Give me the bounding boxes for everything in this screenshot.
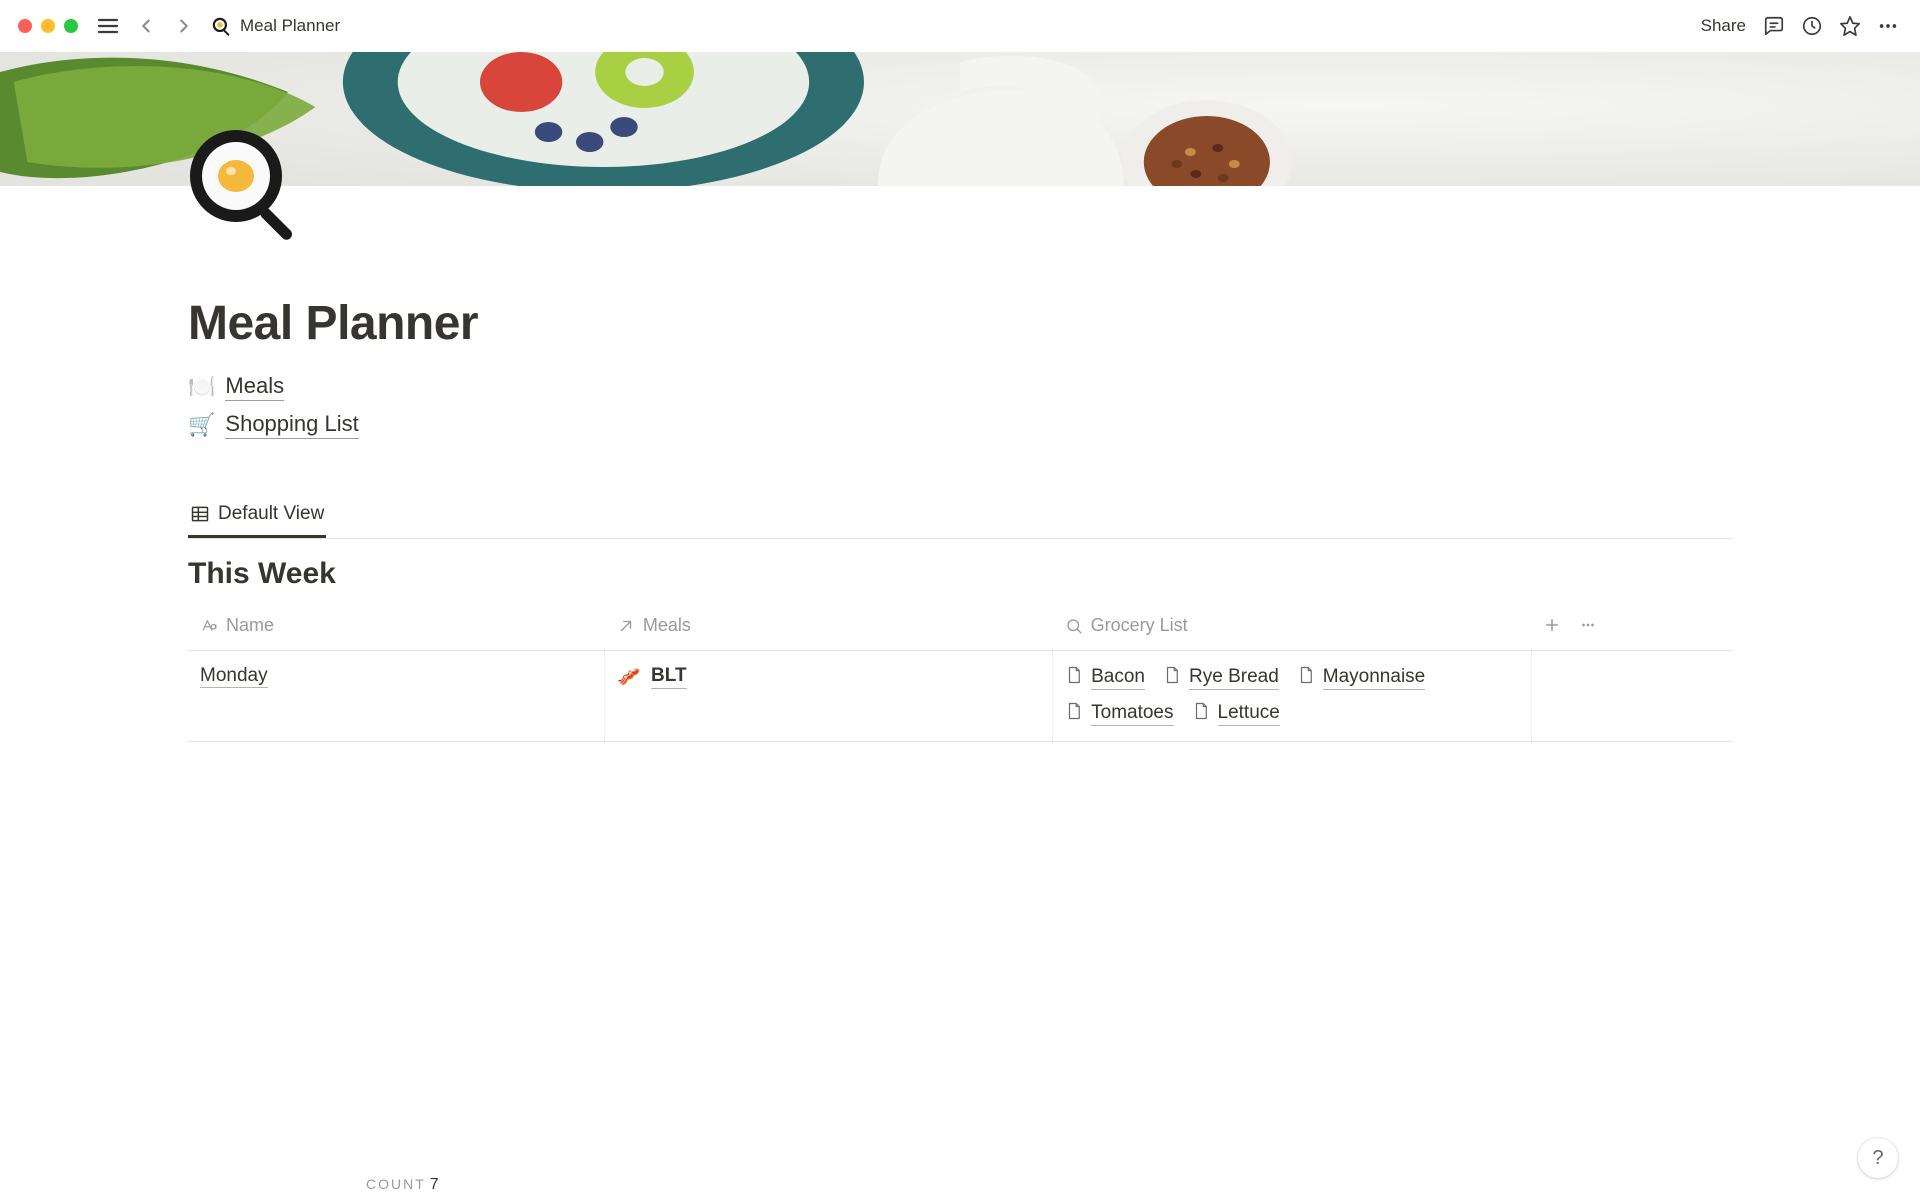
database-title[interactable]: This Week: [188, 557, 1732, 591]
plate-icon: 🍽️: [188, 376, 215, 398]
grocery-item-label: Mayonnaise: [1323, 666, 1425, 690]
column-header-name[interactable]: Name: [188, 605, 605, 650]
column-header-grocery[interactable]: Grocery List: [1053, 605, 1532, 650]
grocery-item[interactable]: Mayonnaise: [1297, 665, 1425, 691]
page-icon: [1297, 665, 1315, 691]
grocery-item[interactable]: Tomatoes: [1065, 701, 1173, 727]
help-button[interactable]: ?: [1858, 1138, 1898, 1178]
breadcrumb[interactable]: Meal Planner: [210, 15, 340, 37]
nav-forward-icon[interactable]: [170, 12, 198, 40]
view-tab-label: Default View: [218, 503, 324, 525]
grocery-item-label: Tomatoes: [1091, 702, 1173, 726]
column-header-meals[interactable]: Meals: [605, 605, 1053, 650]
breadcrumb-title: Meal Planner: [240, 16, 340, 36]
linked-page-label[interactable]: Shopping List: [225, 411, 358, 439]
linked-page-shopping-list[interactable]: 🛒 Shopping List: [188, 411, 1732, 439]
column-header-actions: [1531, 605, 1732, 650]
count-aggregate[interactable]: COUNT7: [188, 1168, 1732, 1200]
updates-icon[interactable]: [1798, 12, 1826, 40]
linked-page-meals[interactable]: 🍽️ Meals: [188, 373, 1732, 401]
database-table: Name Meals Grocery List: [188, 605, 1732, 742]
add-column-button[interactable]: [1543, 616, 1561, 639]
page-content: Meal Planner 🍽️ Meals 🛒 Shopping List De…: [0, 186, 1920, 1200]
close-window-button[interactable]: [18, 19, 32, 33]
page-icon: [1065, 665, 1083, 691]
page-icon: [1163, 665, 1181, 691]
relation-property-icon: [617, 617, 635, 635]
bacon-icon: 🥓: [617, 665, 641, 689]
cell-meals[interactable]: 🥓 BLT: [605, 650, 1053, 741]
linked-page-label[interactable]: Meals: [225, 373, 284, 401]
table-more-button[interactable]: [1579, 616, 1597, 639]
nav-back-icon[interactable]: [132, 12, 160, 40]
view-tab-default[interactable]: Default View: [188, 495, 326, 538]
grocery-item[interactable]: Rye Bread: [1163, 665, 1279, 691]
grocery-item-label: Lettuce: [1218, 702, 1280, 726]
maximize-window-button[interactable]: [64, 19, 78, 33]
table-icon: [190, 504, 210, 524]
title-property-icon: [200, 617, 218, 635]
window-controls: [18, 19, 78, 33]
meal-link[interactable]: BLT: [651, 665, 687, 689]
cart-icon: 🛒: [188, 414, 215, 436]
grocery-item[interactable]: Lettuce: [1192, 701, 1280, 727]
titlebar: Meal Planner Share: [0, 0, 1920, 52]
page-cover[interactable]: [0, 52, 1920, 186]
cell-grocery[interactable]: Bacon Rye Bread Mayonnaise Tomatoes Lettuce: [1053, 650, 1532, 741]
page-icon-small: [210, 15, 232, 37]
cell-name[interactable]: Monday: [188, 650, 605, 741]
cell-empty: [1531, 650, 1732, 741]
favorite-icon[interactable]: [1836, 12, 1864, 40]
more-icon[interactable]: [1874, 12, 1902, 40]
share-button[interactable]: Share: [1701, 16, 1746, 36]
page-icon: [1065, 701, 1083, 727]
comments-icon[interactable]: [1760, 12, 1788, 40]
rollup-property-icon: [1065, 617, 1083, 635]
grocery-item[interactable]: Bacon: [1065, 665, 1145, 691]
sidebar-toggle-icon[interactable]: [94, 12, 122, 40]
page-title[interactable]: Meal Planner: [188, 296, 1732, 351]
minimize-window-button[interactable]: [41, 19, 55, 33]
table-row[interactable]: Monday 🥓 BLT Bacon Rye Bread Mayonnaise Tom…: [188, 650, 1732, 741]
page-icon: [1192, 701, 1210, 727]
grocery-item-label: Bacon: [1091, 666, 1145, 690]
grocery-item-label: Rye Bread: [1189, 666, 1279, 690]
